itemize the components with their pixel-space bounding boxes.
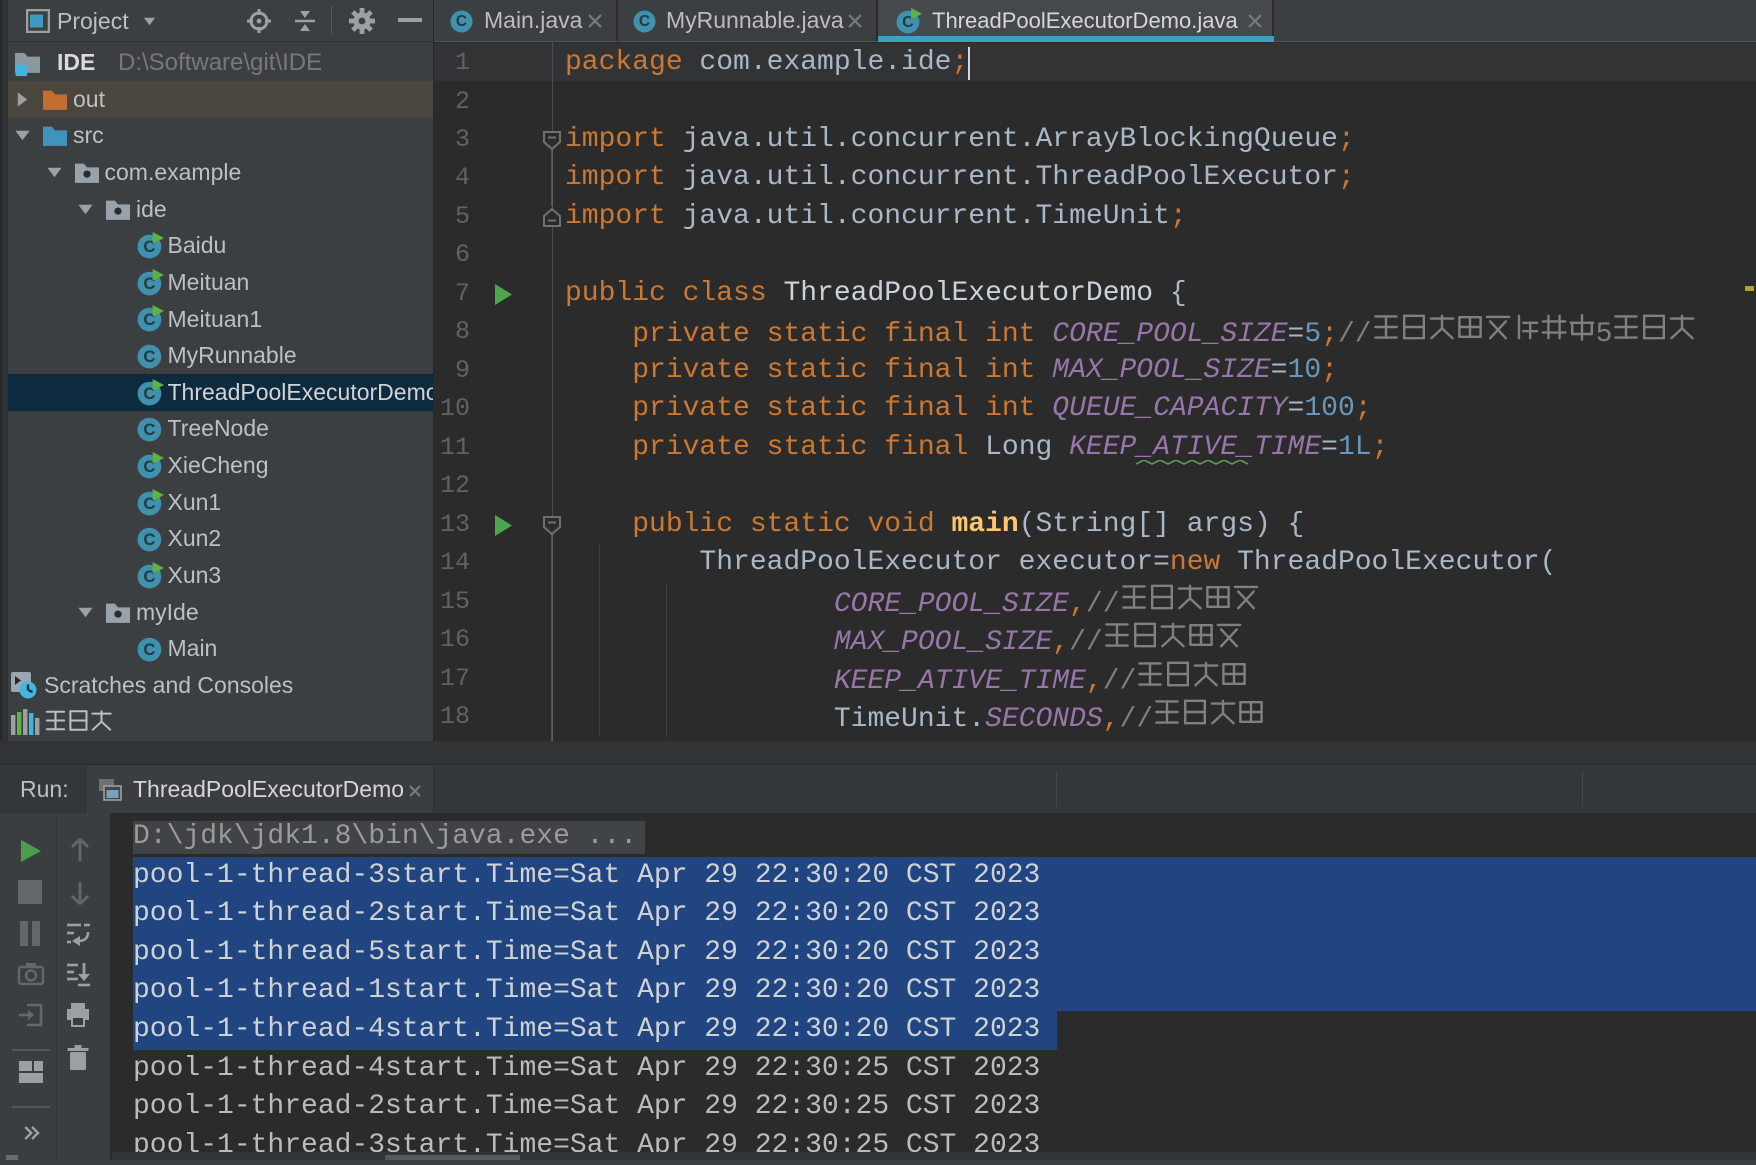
svg-text:C: C — [456, 13, 467, 30]
svg-text:C: C — [143, 640, 155, 659]
svg-text:C: C — [143, 530, 155, 549]
svg-text:C: C — [639, 13, 650, 30]
svg-text:C: C — [143, 347, 155, 366]
svg-text:C: C — [143, 420, 155, 439]
